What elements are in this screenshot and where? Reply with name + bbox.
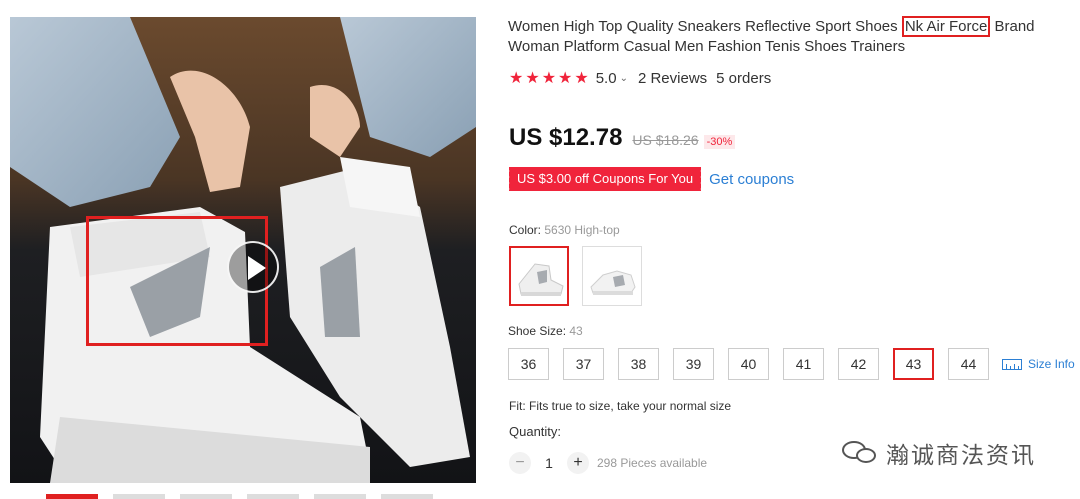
- swatch-shoe-image: [518, 263, 564, 296]
- reviews-link[interactable]: 2 Reviews: [638, 70, 707, 87]
- play-icon: [248, 256, 266, 280]
- size-label-text: Shoe Size:: [508, 324, 570, 338]
- watermark: 瀚诚商法资讯: [840, 436, 1036, 470]
- orders-count: 5 orders: [716, 69, 772, 87]
- thumbnail[interactable]: [113, 494, 165, 499]
- quantity-label: Quantity:: [509, 424, 562, 439]
- size-option-44[interactable]: 44: [948, 348, 989, 380]
- size-option-38[interactable]: 38: [618, 348, 659, 380]
- color-swatch[interactable]: [582, 246, 642, 306]
- swatch-shoe-image: [590, 270, 636, 295]
- rating-stars: ★ ★ ★ ★ ★: [509, 68, 589, 88]
- thumbnail[interactable]: [46, 494, 98, 499]
- color-swatch-selected[interactable]: [509, 246, 569, 306]
- star-icon: ★: [509, 70, 524, 87]
- ruler-icon: [1002, 358, 1022, 370]
- star-icon: ★: [525, 70, 540, 87]
- title-highlight: Nk Air Force: [901, 16, 991, 37]
- quantity-decrease-button[interactable]: −: [509, 452, 531, 474]
- size-option-41[interactable]: 41: [783, 348, 824, 380]
- price-row: US $12.78 US $18.26 -30%: [509, 124, 736, 152]
- coupon-badge[interactable]: US $3.00 off Coupons For You: [506, 167, 702, 191]
- size-option-39[interactable]: 39: [673, 348, 714, 380]
- size-value: 43: [569, 324, 583, 338]
- thumbnail[interactable]: [381, 494, 433, 499]
- coupon-row: US $3.00 off Coupons For You Get coupons: [506, 167, 794, 191]
- get-coupons-link[interactable]: Get coupons: [709, 171, 794, 188]
- fit-note: Fit: Fits true to size, take your normal…: [509, 399, 732, 413]
- thumbnail[interactable]: [314, 494, 366, 499]
- color-value: 5630 High-top: [544, 223, 620, 237]
- play-video-button[interactable]: [227, 241, 279, 293]
- size-label: Shoe Size: 43: [508, 324, 583, 338]
- size-option-42[interactable]: 42: [838, 348, 879, 380]
- available-stock: 298 Pieces available: [597, 456, 708, 470]
- star-icon: ★: [541, 70, 557, 87]
- size-options: 36 37 38 39 40 41 42 43 44 Size Info: [508, 348, 1075, 380]
- thumbnail-strip: [46, 494, 446, 499]
- quantity-stepper: − 1 + 298 Pieces available: [509, 452, 707, 474]
- discount-badge: -30%: [703, 135, 736, 149]
- original-price: US $18.26: [632, 132, 699, 148]
- size-option-36[interactable]: 36: [508, 348, 549, 380]
- color-label: Color: 5630 High-top: [509, 223, 620, 237]
- size-option-40[interactable]: 40: [728, 348, 769, 380]
- thumbnail[interactable]: [180, 494, 232, 499]
- rating-value[interactable]: 5.0: [596, 70, 617, 87]
- quantity-input[interactable]: 1: [531, 455, 567, 471]
- star-icon: ★: [574, 70, 589, 87]
- chevron-down-icon[interactable]: ⌄: [620, 73, 628, 84]
- thumbnail[interactable]: [247, 494, 299, 499]
- size-option-43[interactable]: 43: [893, 348, 934, 380]
- star-icon: ★: [558, 70, 573, 87]
- quantity-increase-button[interactable]: +: [567, 452, 589, 474]
- rating-row: ★ ★ ★ ★ ★ 5.0 ⌄ 2 Reviews 5 orders: [509, 68, 771, 88]
- size-info-label: Size Info: [1028, 357, 1075, 371]
- title-text-start: Women High Top Quality Sneakers Reflecti…: [508, 18, 902, 35]
- color-swatches: [509, 246, 642, 306]
- watermark-text: 瀚诚商法资讯: [886, 442, 1036, 468]
- product-title: Women High Top Quality Sneakers Reflecti…: [508, 16, 1076, 57]
- product-main-image[interactable]: [10, 17, 476, 483]
- current-price: US $12.78: [509, 124, 623, 151]
- color-label-text: Color:: [509, 223, 545, 237]
- wechat-icon: [840, 437, 880, 469]
- size-info-link[interactable]: Size Info: [1002, 357, 1075, 371]
- size-option-37[interactable]: 37: [563, 348, 604, 380]
